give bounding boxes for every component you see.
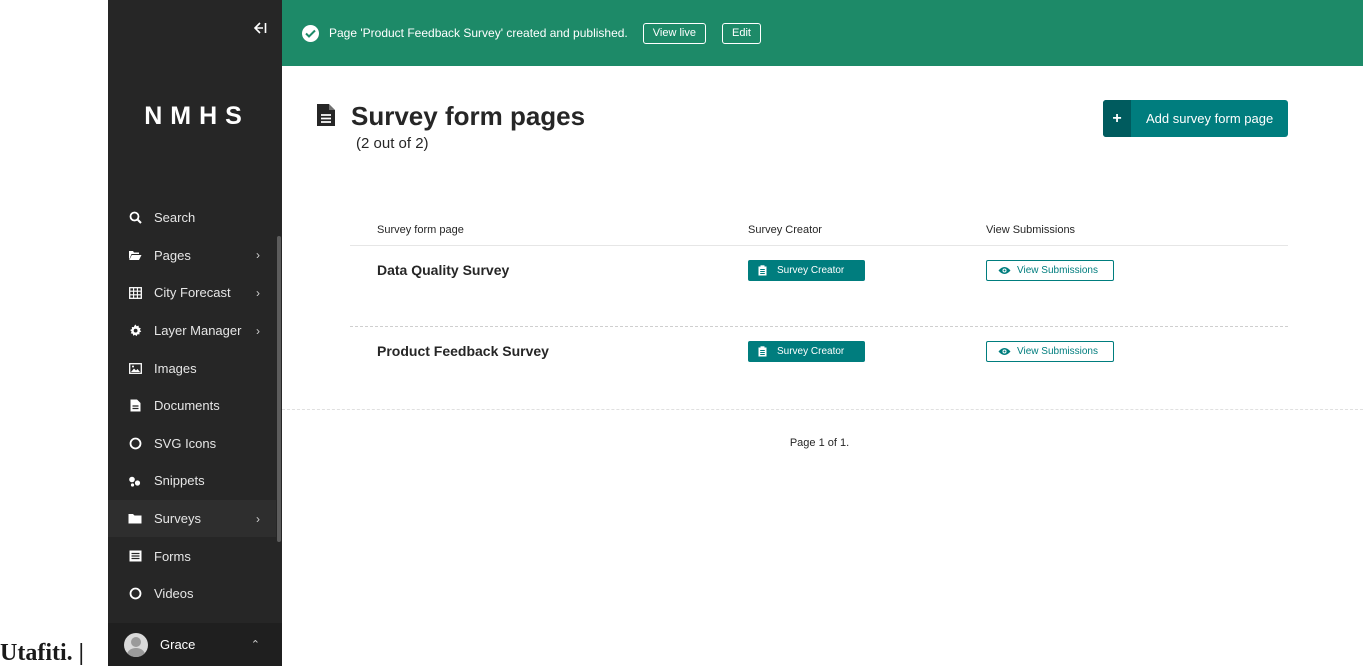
chevron-right-icon: › [256, 285, 260, 300]
page-title: Survey form pages [351, 101, 586, 131]
sidebar-item-label: Videos [154, 586, 194, 602]
site-logo[interactable]: NMHS [108, 102, 282, 131]
sidebar-item-videos[interactable]: Videos [108, 575, 276, 613]
folder-open-icon [128, 248, 142, 262]
clipboard-icon [758, 265, 767, 276]
account-name: Grace [160, 637, 196, 652]
circle-icon [128, 587, 142, 601]
sidebar-menu: Search Pages › City Forecast › Layer Man… [108, 199, 276, 613]
column-header-submissions: View Submissions [986, 224, 1076, 236]
collapse-sidebar-button[interactable] [248, 18, 272, 38]
table-row: Product Feedback Survey Survey Creator V… [350, 327, 1288, 408]
search-icon [128, 211, 142, 225]
column-header-creator: Survey Creator [748, 224, 822, 236]
survey-creator-label: Survey Creator [777, 346, 845, 357]
chevron-right-icon: › [256, 511, 260, 526]
collapse-left-icon [253, 22, 267, 34]
add-survey-form-page-button[interactable]: + Add survey form page [1103, 100, 1288, 137]
snippet-icon [128, 474, 142, 488]
sidebar-item-city-forecast[interactable]: City Forecast › [108, 274, 276, 312]
sidebar-item-images[interactable]: Images [108, 349, 276, 387]
chevron-right-icon: › [256, 248, 260, 263]
document-icon [128, 399, 142, 413]
survey-creator-label: Survey Creator [777, 265, 845, 276]
row-title-link[interactable]: Data Quality Survey [377, 262, 509, 278]
pagination-status: Page 1 of 1. [789, 437, 850, 449]
sidebar-item-label: Search [154, 210, 196, 226]
sidebar-scrollbar[interactable] [277, 236, 281, 542]
cog-icon [128, 324, 142, 338]
add-button-label: Add survey form page [1146, 111, 1274, 126]
sidebar-item-label: Forms [154, 548, 191, 564]
table-row: Data Quality Survey Survey Creator View … [350, 246, 1288, 327]
sidebar-item-documents[interactable]: Documents [108, 387, 276, 425]
sidebar-item-forms[interactable]: Forms [108, 537, 276, 575]
sidebar-item-label: Documents [154, 398, 220, 414]
table-header: Survey form page Survey Creator View Sub… [350, 216, 1288, 246]
sidebar-item-label: SVG Icons [154, 435, 217, 451]
survey-pages-table: Survey form page Survey Creator View Sub… [350, 216, 1288, 408]
sidebar-item-label: Pages [154, 247, 191, 263]
sidebar-item-label: Snippets [154, 473, 205, 489]
view-submissions-button[interactable]: View Submissions [986, 260, 1114, 281]
clipboard-icon [758, 346, 767, 357]
plus-icon: + [1103, 100, 1131, 137]
survey-creator-button[interactable]: Survey Creator [748, 260, 865, 281]
row-title-link[interactable]: Product Feedback Survey [377, 343, 549, 359]
sidebar-item-surveys[interactable]: Surveys › [108, 499, 276, 538]
form-icon [128, 549, 142, 563]
survey-creator-button[interactable]: Survey Creator [748, 341, 865, 362]
sidebar-item-label: City Forecast [154, 285, 231, 301]
account-menu[interactable]: Grace ⌃ [108, 623, 282, 666]
table-icon [128, 286, 142, 300]
chevron-up-icon: ⌃ [250, 639, 260, 651]
sidebar-item-pages[interactable]: Pages › [108, 237, 276, 275]
sidebar-item-search[interactable]: Search [108, 199, 276, 237]
circle-icon [128, 436, 142, 450]
image-icon [128, 361, 142, 375]
check-circle-icon [302, 24, 319, 42]
sidebar-item-label: Images [154, 360, 197, 376]
sidebar-item-label: Layer Manager [154, 323, 242, 339]
view-live-button[interactable]: View live [642, 22, 706, 44]
chevron-right-icon: › [256, 323, 260, 338]
background-partial-text: Utafiti. | [0, 640, 84, 666]
success-banner: Page 'Product Feedback Survey' created a… [282, 0, 1363, 66]
sidebar-item-snippets[interactable]: Snippets [108, 462, 276, 500]
page-count: (2 out of 2) [356, 135, 429, 152]
sidebar-item-svg-icons[interactable]: SVG Icons [108, 425, 276, 463]
sidebar: NMHS Search Pages › City Forecast › Laye… [108, 0, 282, 666]
column-header-title: Survey form page [377, 224, 464, 236]
eye-icon [998, 347, 1011, 356]
sidebar-item-label: Surveys [154, 511, 201, 527]
view-submissions-label: View Submissions [1017, 346, 1098, 357]
avatar [124, 632, 148, 657]
sidebar-item-layer-manager[interactable]: Layer Manager › [108, 312, 276, 350]
eye-icon [998, 266, 1011, 275]
view-submissions-label: View Submissions [1017, 265, 1098, 276]
document-icon [316, 103, 336, 127]
banner-message: Page 'Product Feedback Survey' created a… [329, 26, 628, 40]
edit-button[interactable]: Edit [722, 22, 761, 44]
folder-icon [128, 512, 142, 526]
view-submissions-button[interactable]: View Submissions [986, 341, 1114, 362]
divider [282, 409, 1363, 410]
